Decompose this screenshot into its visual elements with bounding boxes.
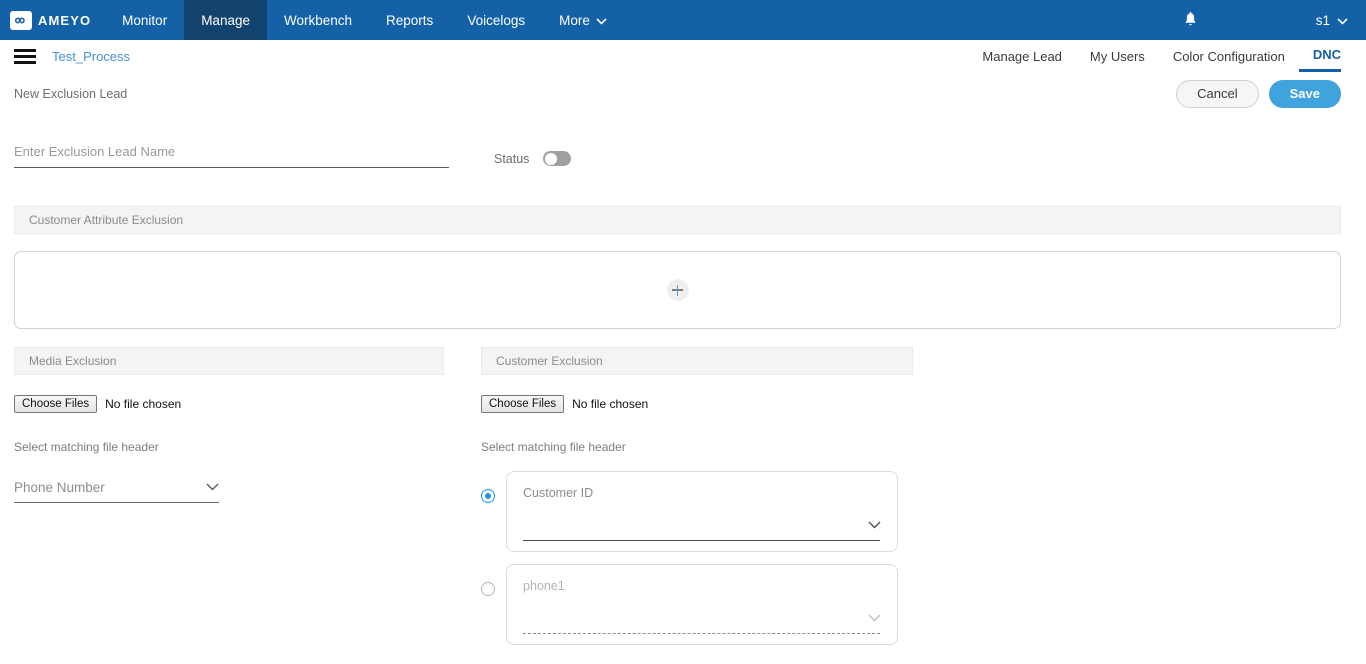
chevron-down-icon [868, 609, 881, 627]
media-matching-header-label: Select matching file header [14, 440, 159, 454]
customer-option-row-0: Customer ID [481, 471, 933, 552]
logo-text: AMEYO [38, 12, 92, 28]
media-header-select-value: Phone Number [14, 479, 105, 495]
phone1-underline [523, 633, 880, 634]
tab-dnc[interactable]: DNC [1298, 40, 1341, 72]
tab-label: My Users [1089, 48, 1145, 64]
status-group: Status [494, 151, 572, 168]
lead-name-row: Status [14, 130, 1341, 168]
media-file-input-row: Choose Files No file chosen [14, 395, 466, 413]
nav-label: More [559, 12, 590, 28]
tab-manage-lead[interactable]: Manage Lead [968, 40, 1076, 72]
cancel-button[interactable]: Cancel [1176, 79, 1259, 109]
sub-tabs: Manage Lead My Users Color Configuration… [968, 40, 1341, 72]
nav-item-voicelogs[interactable]: Voicelogs [450, 0, 542, 40]
customer-option-row-1: phone1 [481, 564, 933, 645]
customer-id-card: Customer ID [506, 471, 898, 552]
plus-icon[interactable] [666, 279, 689, 301]
customer-file-input-row: Choose Files No file chosen [481, 395, 933, 413]
nav-item-workbench[interactable]: Workbench [267, 0, 369, 40]
customer-id-select[interactable] [523, 514, 881, 536]
tab-my-users[interactable]: My Users [1076, 40, 1159, 72]
section-title: Customer Attribute Exclusion [29, 213, 184, 227]
customer-choose-files-button[interactable]: Choose Files [481, 395, 565, 413]
chevron-down-icon [868, 516, 881, 534]
hamburger-icon[interactable] [14, 48, 36, 64]
nav-label: Monitor [122, 12, 168, 28]
section-title: Media Exclusion [29, 354, 117, 368]
customer-exclusion-header: Customer Exclusion [481, 347, 913, 375]
phone1-select[interactable] [523, 607, 881, 629]
tab-color-configuration[interactable]: Color Configuration [1159, 40, 1299, 72]
topnav-right-group: s1 [1165, 0, 1366, 40]
status-toggle[interactable] [543, 151, 572, 166]
status-label: Status [494, 151, 530, 166]
exclusion-lead-name-field[interactable] [14, 143, 449, 168]
nav-item-monitor[interactable]: Monitor [105, 0, 184, 40]
nav-label: Voicelogs [467, 12, 526, 28]
tab-label: Manage Lead [982, 48, 1062, 64]
media-exclusion-header: Media Exclusion [14, 347, 444, 375]
nav-label: Reports [386, 12, 434, 28]
chevron-down-icon [1337, 13, 1348, 28]
sub-navbar: Test_Process Manage Lead My Users Color … [0, 40, 1366, 72]
user-menu[interactable]: s1 [1216, 13, 1366, 28]
top-navbar: AMEYO Monitor Manage Workbench Reports V… [0, 0, 1366, 40]
nav-item-more[interactable]: More [542, 0, 624, 40]
customer-attribute-exclusion-box [14, 251, 1341, 329]
user-name: s1 [1315, 12, 1330, 28]
customer-id-label: Customer ID [523, 486, 594, 500]
nav-item-manage[interactable]: Manage [184, 0, 267, 40]
nav-label: Workbench [283, 12, 353, 28]
phone1-label: phone1 [523, 579, 565, 593]
chevron-down-icon [596, 13, 607, 28]
customer-file-status: No file chosen [572, 397, 649, 411]
tab-label: DNC [1312, 47, 1341, 62]
media-choose-files-button[interactable]: Choose Files [14, 395, 98, 413]
customer-exclusion-column: Customer Exclusion Choose Files No file … [481, 347, 933, 645]
nav-item-reports[interactable]: Reports [369, 0, 450, 40]
search-input exclusion-lead-name-input[interactable] [14, 144, 449, 159]
page-titlebar: New Exclusion Lead Cancel Save [14, 72, 1341, 116]
exclusion-columns: Media Exclusion Choose Files No file cho… [14, 347, 1341, 645]
media-exclusion-column: Media Exclusion Choose Files No file cho… [14, 347, 466, 645]
media-header-select[interactable]: Phone Number [14, 478, 219, 503]
chevron-down-icon [206, 478, 219, 496]
page-actions: Cancel Save [1176, 79, 1341, 109]
customer-id-underline [523, 540, 880, 541]
nav-label: Manage [201, 12, 250, 28]
radio-phone1[interactable] [481, 582, 495, 596]
media-file-status: No file chosen [105, 397, 182, 411]
infinity-icon [10, 10, 32, 30]
page-content: New Exclusion Lead Cancel Save Status Cu… [0, 72, 1366, 645]
tab-label: Color Configuration [1172, 48, 1285, 64]
page-title: New Exclusion Lead [14, 87, 128, 101]
customer-matching-header-label: Select matching file header [481, 440, 626, 454]
toggle-knob [544, 152, 557, 165]
section-title: Customer Exclusion [496, 354, 603, 368]
customer-attribute-exclusion-header: Customer Attribute Exclusion [14, 206, 1341, 234]
phone1-card: phone1 [506, 564, 898, 645]
bell-icon[interactable] [1165, 11, 1216, 29]
app-logo[interactable]: AMEYO [0, 0, 105, 40]
breadcrumb[interactable]: Test_Process [52, 49, 130, 64]
radio-customer-id[interactable] [481, 489, 495, 503]
save-button[interactable]: Save [1268, 79, 1341, 109]
